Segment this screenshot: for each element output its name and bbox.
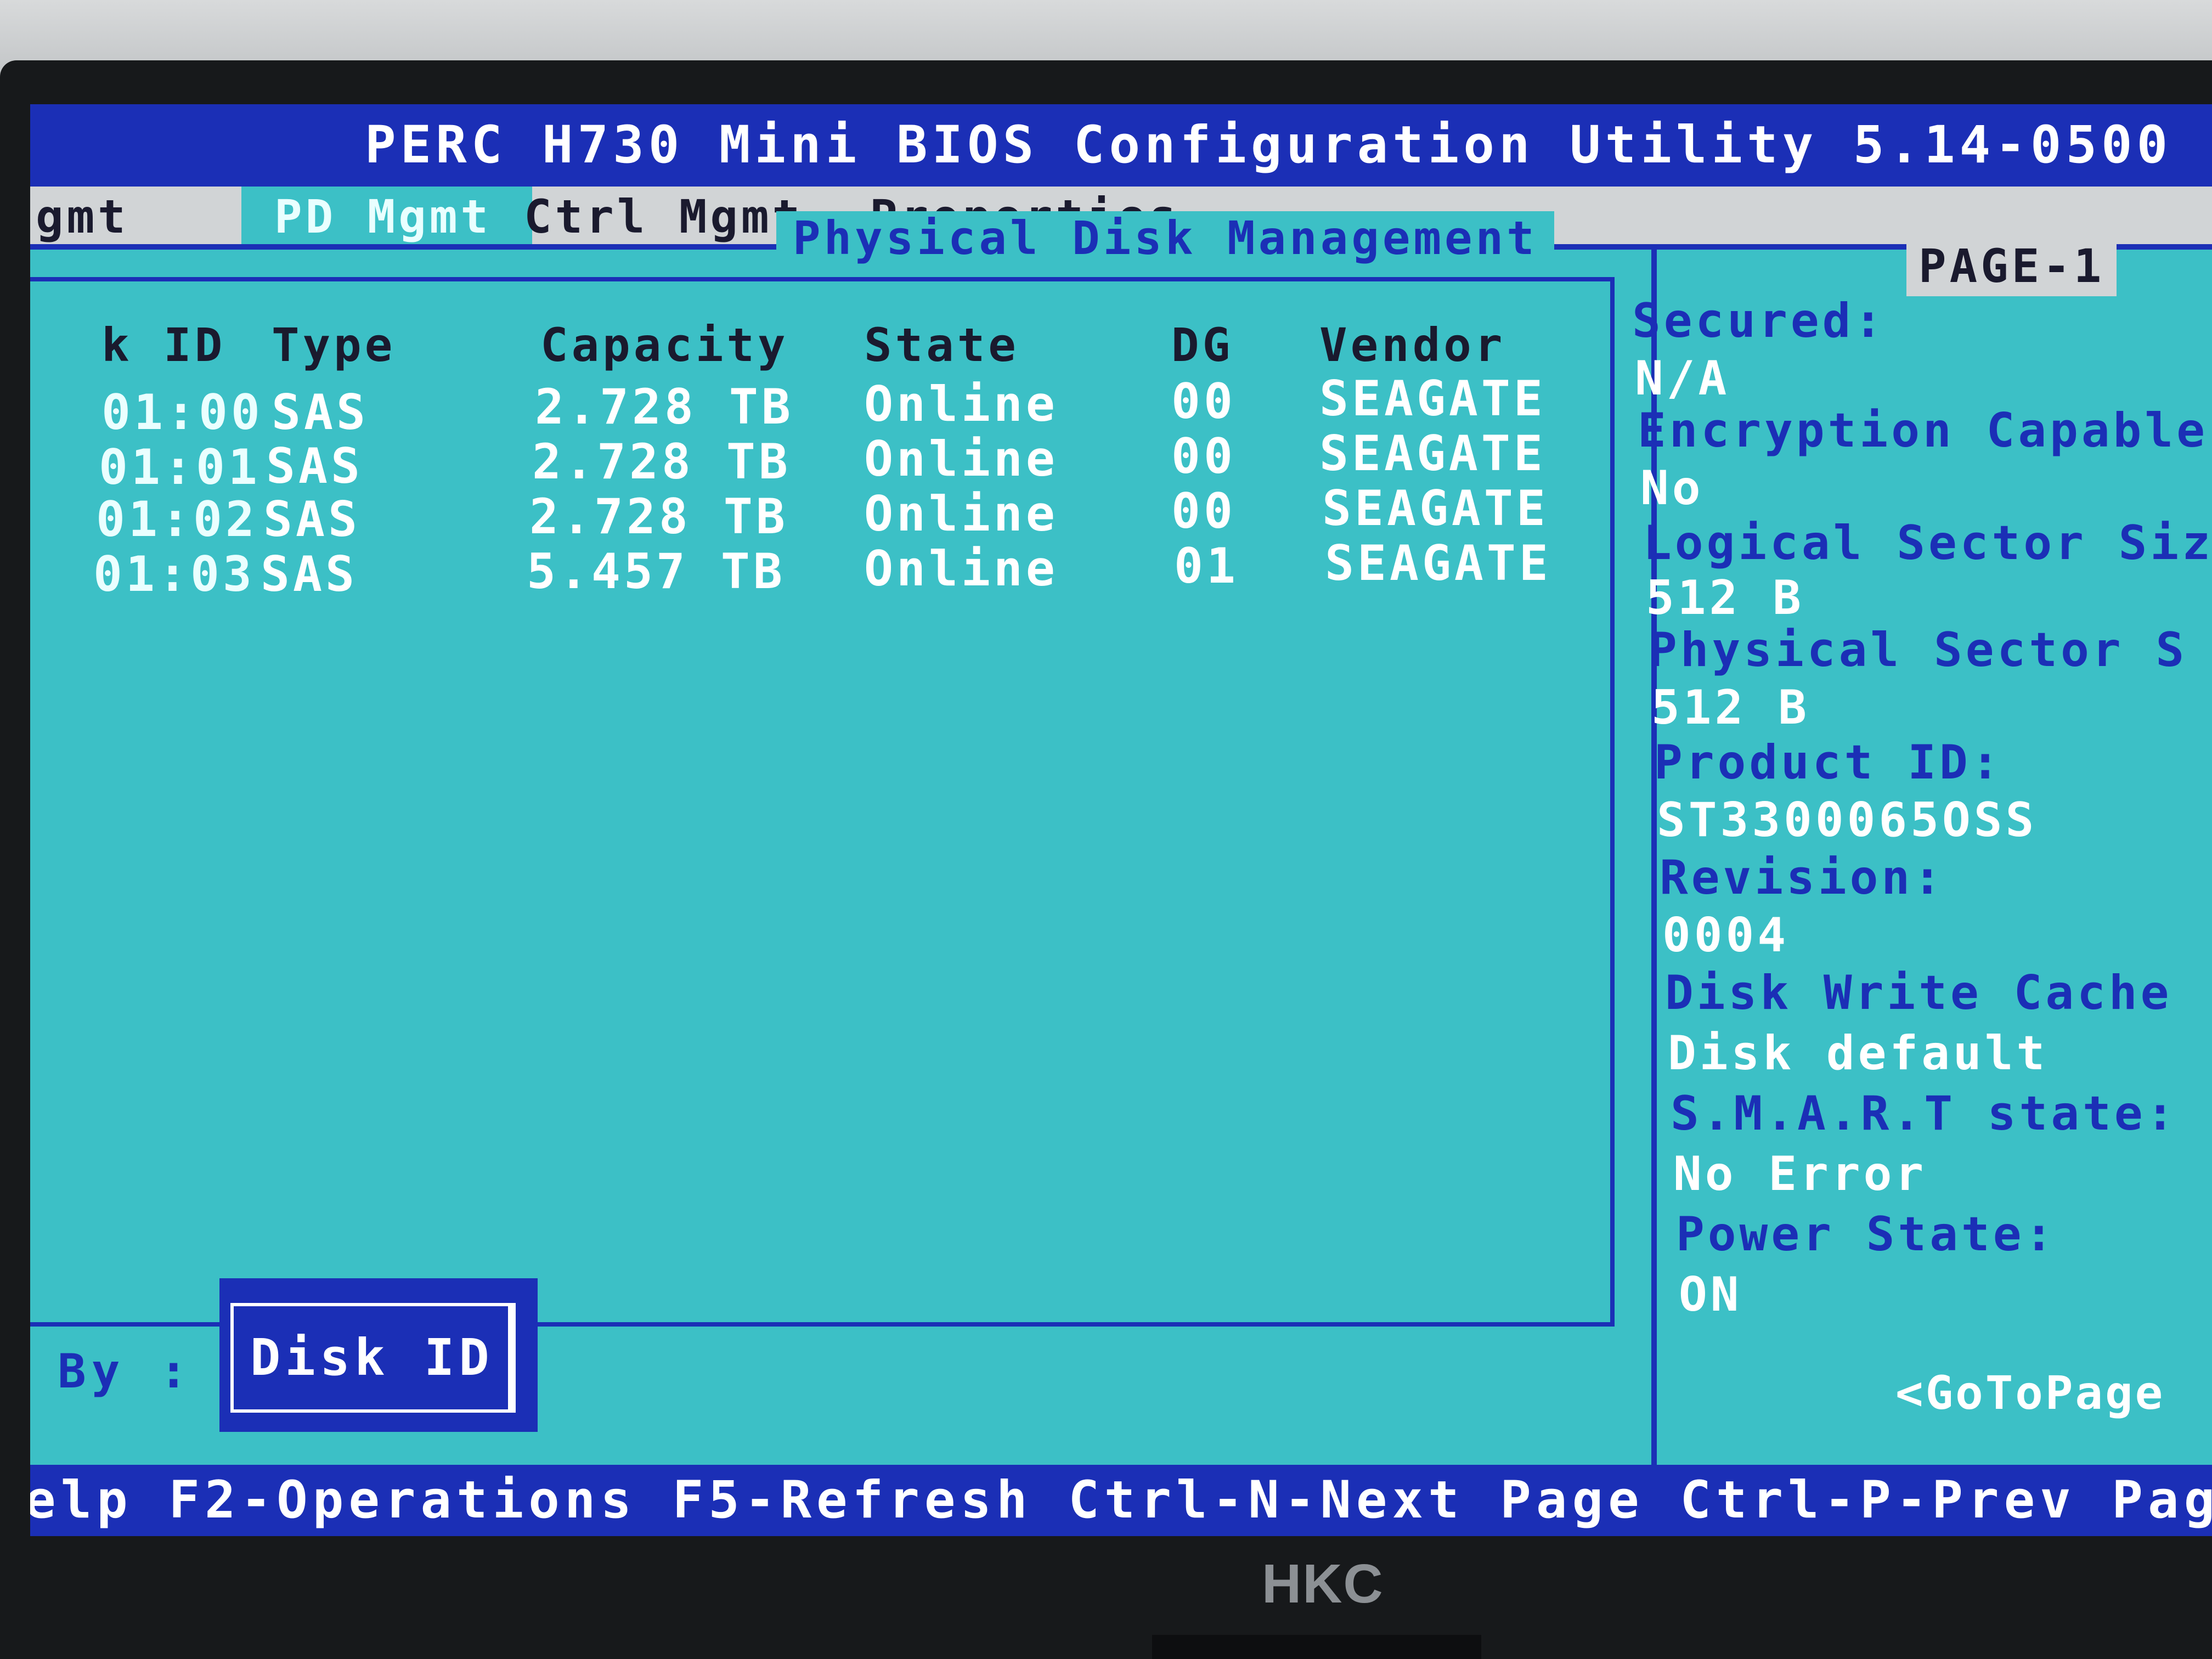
logical-sector-label: Logical Sector Siz xyxy=(1643,516,2212,571)
monitor-brand-logo: HKC xyxy=(1262,1553,1384,1615)
cell-type: SAS xyxy=(261,546,358,602)
column-header-dg: DG xyxy=(1171,318,1234,372)
tab-vd-mgmt[interactable]: gmt xyxy=(30,187,217,247)
cell-capacity: 2.728 TB xyxy=(535,379,794,435)
power-state-value: ON xyxy=(1679,1267,1742,1322)
encryption-label: Encryption Capable xyxy=(1638,403,2208,458)
cell-state: Online xyxy=(864,540,1058,597)
smart-state-value: No Error xyxy=(1673,1147,1927,1201)
cell-vendor: SEAGATE xyxy=(1319,425,1546,482)
list-box-right-border xyxy=(1610,277,1615,1325)
help-keys-text: elp F2-Operations F5-Refresh Ctrl-N-Next… xyxy=(30,1470,2212,1530)
revision-label: Revision: xyxy=(1660,850,1945,905)
cell-disk-id: 01:01 xyxy=(99,439,261,495)
tab-ctrl-mgmt[interactable]: Ctrl Mgmt xyxy=(524,187,809,247)
cell-state: Online xyxy=(864,376,1058,432)
product-id-label: Product ID: xyxy=(1654,735,2003,790)
cell-dg: 00 xyxy=(1171,373,1236,430)
revision-value: 0004 xyxy=(1662,908,1790,963)
column-header-type: Type xyxy=(272,318,396,372)
cell-state: Online xyxy=(864,431,1058,487)
product-id-value: ST3300065OSS xyxy=(1657,793,2038,848)
sort-by-value: Disk ID xyxy=(230,1303,516,1413)
write-cache-label: Disk Write Cache xyxy=(1665,966,2172,1020)
column-header-capacity: Capacity xyxy=(540,318,789,372)
power-state-label: Power State: xyxy=(1676,1207,2057,1262)
monitor-stand xyxy=(1152,1635,1481,1659)
goto-page-button[interactable]: <GoToPage xyxy=(1895,1366,2165,1420)
list-box-top-border xyxy=(30,277,1610,281)
sort-by-dropdown[interactable]: Disk ID xyxy=(219,1278,538,1432)
cell-vendor: SEAGATE xyxy=(1322,480,1549,537)
cell-capacity: 2.728 TB xyxy=(532,433,791,490)
secured-label: Secured: xyxy=(1632,294,1886,348)
panel-title: Physical Disk Management xyxy=(776,211,1554,265)
column-header-vendor: Vendor xyxy=(1319,318,1506,372)
cell-dg: 00 xyxy=(1171,483,1236,539)
column-header-id: k ID xyxy=(101,318,226,372)
secured-value: N/A xyxy=(1635,351,1730,406)
cell-vendor: SEAGATE xyxy=(1319,370,1546,427)
smart-state-label: S.M.A.R.T state: xyxy=(1671,1086,2178,1141)
window-title: PERC H730 Mini BIOS Configuration Utilit… xyxy=(365,115,2172,175)
tab-pd-mgmt[interactable]: PD Mgmt xyxy=(241,187,532,247)
physical-sector-label: Physical Sector S xyxy=(1649,623,2188,678)
cell-vendor: SEAGATE xyxy=(1325,535,1551,591)
write-cache-value: Disk default xyxy=(1668,1026,2049,1081)
sort-by-label: By : xyxy=(58,1344,194,1399)
cell-type: SAS xyxy=(263,491,360,548)
bios-screen: PERC H730 Mini BIOS Configuration Utilit… xyxy=(30,104,2212,1536)
logical-sector-value: 512 B xyxy=(1646,571,1804,625)
cell-disk-id: 01:03 xyxy=(93,546,255,602)
cell-state: Online xyxy=(864,486,1058,542)
cell-capacity: 5.457 TB xyxy=(527,543,786,600)
cell-type: SAS xyxy=(272,384,369,441)
cell-disk-id: 01:02 xyxy=(96,491,258,548)
column-header-state: State xyxy=(864,318,1019,372)
page-indicator: PAGE-1 xyxy=(1906,236,2117,296)
physical-sector-value: 512 B xyxy=(1651,680,1810,735)
cell-dg: 00 xyxy=(1171,428,1236,484)
cell-type: SAS xyxy=(266,438,363,494)
cell-dg: 01 xyxy=(1174,538,1239,594)
cell-capacity: 2.728 TB xyxy=(529,488,788,545)
cell-disk-id: 01:00 xyxy=(101,384,263,441)
encryption-value: No xyxy=(1640,461,1704,516)
